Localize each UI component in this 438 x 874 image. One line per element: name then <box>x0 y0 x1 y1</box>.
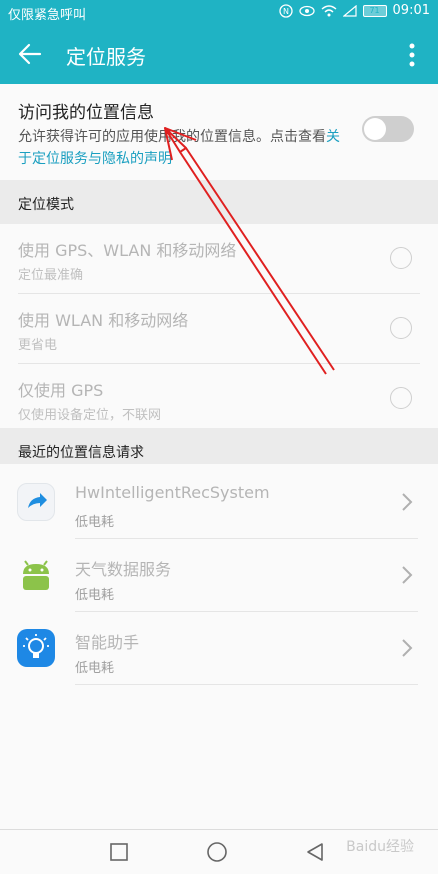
location-access-toggle[interactable] <box>362 116 414 142</box>
wifi-icon <box>321 4 336 16</box>
mode-option-subtitle: 更省电 <box>18 338 58 353</box>
request-app-name: HwIntelligentRecSystem <box>75 483 270 502</box>
request-item-hwintelligentrecsystem[interactable]: HwIntelligentRecSystem 低电耗 <box>0 466 438 538</box>
chevron-right-icon <box>402 639 413 657</box>
top-bar: 仅限紧急呼叫 N 71 09:01 定位服务 <box>0 0 438 84</box>
location-access-description: 允许获得许可的应用使用我的位置信息。点击查看关于定位服务与隐私的声明 <box>18 126 348 170</box>
back-button[interactable] <box>12 36 48 72</box>
more-vert-icon <box>409 43 415 67</box>
mode-radio[interactable] <box>390 317 412 339</box>
circle-icon <box>207 842 227 862</box>
request-item-weather-data[interactable]: 天气数据服务 低电耗 <box>0 539 438 611</box>
android-robot-icon <box>17 556 55 594</box>
request-item-smart-assistant[interactable]: 智能助手 低电耗 <box>0 612 438 684</box>
request-usage: 低电耗 <box>75 588 115 603</box>
mode-radio[interactable] <box>390 247 412 269</box>
location-mode-header: 定位模式 <box>0 180 438 224</box>
recent-requests-header-label: 最近的位置信息请求 <box>18 445 144 461</box>
triangle-back-icon <box>307 843 323 861</box>
page-title: 定位服务 <box>66 45 146 69</box>
divider <box>75 684 418 685</box>
clock: 09:01 <box>392 3 430 18</box>
status-icons: N 71 09:01 <box>278 3 430 18</box>
chevron-right-icon <box>402 493 413 511</box>
toggle-knob <box>364 118 386 140</box>
recents-button[interactable] <box>107 840 131 864</box>
mode-radio[interactable] <box>390 387 412 409</box>
signal-icon <box>342 4 357 17</box>
chevron-right-icon <box>402 566 413 584</box>
blue-arrow-app-icon <box>17 483 55 521</box>
nfc-icon: N <box>278 3 293 18</box>
mode-option-title: 仅使用 GPS <box>18 381 104 400</box>
request-usage: 低电耗 <box>75 661 115 676</box>
status-bar: 仅限紧急呼叫 N 71 09:01 <box>0 0 438 24</box>
app-bar: 定位服务 <box>0 24 438 84</box>
home-button[interactable] <box>205 840 229 864</box>
recent-requests-header: 最近的位置信息请求 <box>0 428 438 464</box>
mode-option-title: 使用 GPS、WLAN 和移动网络 <box>18 241 237 260</box>
square-icon <box>110 843 128 861</box>
location-access-desc-text: 允许获得许可的应用使用我的位置信息。点击查看 <box>18 129 326 145</box>
carrier-text: 仅限紧急呼叫 <box>8 8 87 23</box>
battery-icon: 71 <box>362 4 387 17</box>
watermark: Baidu经验 <box>346 839 414 855</box>
back-nav-button[interactable] <box>303 840 327 864</box>
back-arrow-icon <box>18 43 42 65</box>
more-options-button[interactable] <box>400 38 424 72</box>
request-usage: 低电耗 <box>75 515 115 530</box>
svg-text:N: N <box>283 7 289 16</box>
lightbulb-app-icon <box>17 629 55 667</box>
request-app-name: 天气数据服务 <box>75 560 172 579</box>
mode-option-gps-wlan-mobile[interactable]: 使用 GPS、WLAN 和移动网络 定位最准确 <box>0 224 438 294</box>
location-access-title: 访问我的位置信息 <box>18 103 154 123</box>
mode-option-gps-only[interactable]: 仅使用 GPS 仅使用设备定位，不联网 <box>0 364 438 434</box>
location-mode-header-label: 定位模式 <box>18 197 74 213</box>
mode-option-wlan-mobile[interactable]: 使用 WLAN 和移动网络 更省电 <box>0 294 438 364</box>
request-app-name: 智能助手 <box>75 633 140 652</box>
mode-option-title: 使用 WLAN 和移动网络 <box>18 311 189 330</box>
mode-option-subtitle: 仅使用设备定位，不联网 <box>18 408 162 423</box>
eye-icon <box>298 5 315 16</box>
mode-option-subtitle: 定位最准确 <box>18 268 84 283</box>
